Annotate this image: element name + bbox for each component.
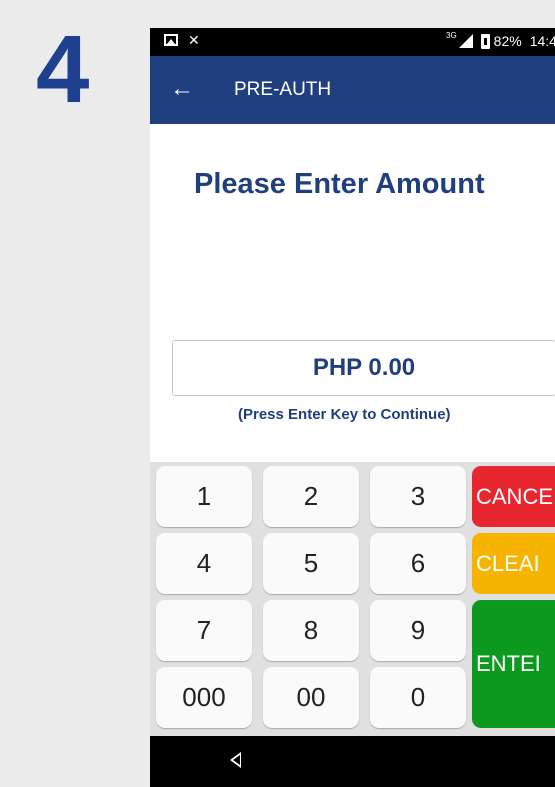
key-000[interactable]: 000: [156, 667, 252, 728]
navigation-bar: [150, 736, 555, 787]
key-6[interactable]: 6: [370, 533, 466, 594]
clear-button[interactable]: CLEAI: [472, 533, 555, 594]
cancel-button[interactable]: CANCE: [472, 466, 555, 527]
enter-amount-heading: Please Enter Amount: [194, 168, 485, 200]
amount-display: PHP 0.00: [172, 340, 555, 396]
signal-icon: [458, 34, 473, 48]
key-00[interactable]: 00: [263, 667, 359, 728]
key-1[interactable]: 1: [156, 466, 252, 527]
page: 4 ✕ 3G 82% 14:4 ← PRE-AUTH Please Enter …: [0, 0, 555, 787]
key-3[interactable]: 3: [370, 466, 466, 527]
app-bar: ← PRE-AUTH: [150, 56, 555, 124]
status-right: 3G 82% 14:4: [446, 30, 555, 50]
network-type-label: 3G: [446, 30, 457, 40]
enter-button[interactable]: ENTEI: [472, 600, 555, 728]
key-5[interactable]: 5: [263, 533, 359, 594]
nav-back-icon[interactable]: [230, 752, 241, 768]
status-left: ✕: [164, 32, 200, 48]
phone-screen: ✕ 3G 82% 14:4 ← PRE-AUTH Please Enter Am…: [150, 28, 555, 787]
key-9[interactable]: 9: [370, 600, 466, 661]
image-notification-icon: [164, 34, 178, 46]
keypad: 1 2 3 4 5 6 7 8 9 000 00 0 CANCE CLEAI E…: [150, 462, 555, 736]
missed-call-icon: ✕: [188, 32, 200, 48]
key-7[interactable]: 7: [156, 600, 252, 661]
status-time: 14:4: [529, 33, 555, 49]
status-bar: ✕ 3G 82% 14:4: [150, 28, 555, 56]
key-2[interactable]: 2: [263, 466, 359, 527]
app-title: PRE-AUTH: [234, 79, 332, 100]
continue-hint: (Press Enter Key to Continue): [238, 406, 451, 423]
back-arrow-icon[interactable]: ←: [170, 74, 194, 104]
step-number: 4: [36, 16, 90, 123]
battery-icon: [480, 33, 490, 49]
battery-percent: 82%: [493, 33, 522, 49]
key-8[interactable]: 8: [263, 600, 359, 661]
key-0[interactable]: 0: [370, 667, 466, 728]
key-4[interactable]: 4: [156, 533, 252, 594]
